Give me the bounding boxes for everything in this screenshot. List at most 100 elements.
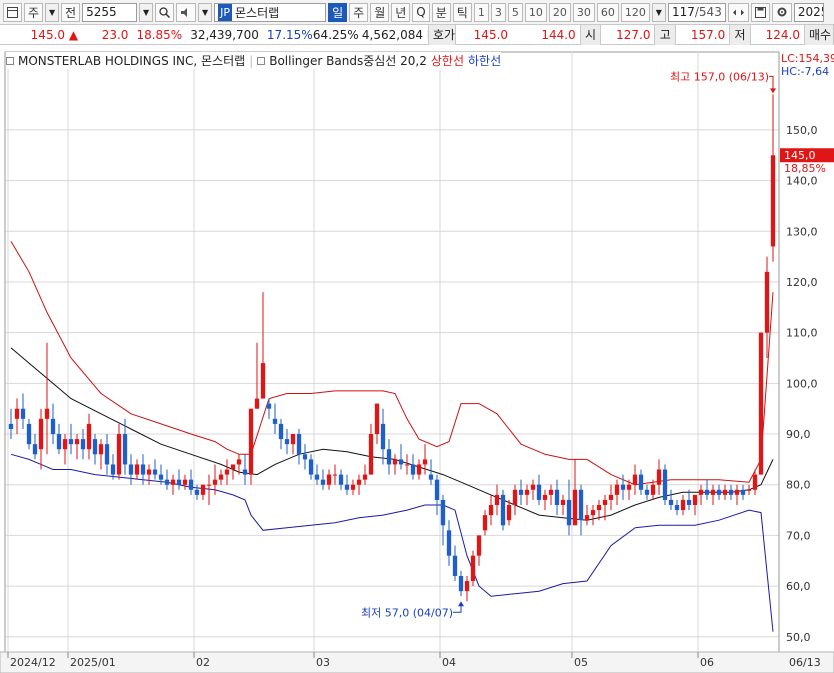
date-field[interactable]: 2025 <box>793 2 824 22</box>
settings-icon[interactable] <box>771 2 792 22</box>
min-price-label: 최저 57,0 (04/07) <box>361 606 453 619</box>
candle-body <box>608 494 614 500</box>
candle-body <box>698 489 704 495</box>
candle-body <box>758 332 764 475</box>
toolbar: 주 ▼ 전 5255 ▼ ▼ JP 몬스터랩 일 주 월 년 Q 분 틱 1 3… <box>0 0 834 25</box>
price-pct-label: 18,85% <box>784 162 826 175</box>
candle-body <box>464 581 470 592</box>
chevron-down-icon[interactable]: ▼ <box>651 2 666 22</box>
stock-code-input[interactable]: 5255 <box>82 2 138 22</box>
candle-body <box>158 474 164 480</box>
candle-body <box>260 363 266 399</box>
candle-body <box>248 408 254 475</box>
y-tick-label: 100,0 <box>786 377 818 390</box>
period-quarter[interactable]: Q <box>412 2 430 22</box>
candle-body <box>44 408 50 419</box>
buy-label: 매수 <box>803 24 834 45</box>
y-tick-label: 70,0 <box>786 529 811 542</box>
candle-body <box>770 155 776 247</box>
stock-name-field[interactable]: JP 몬스터랩 <box>214 2 327 22</box>
candle-body <box>170 479 176 485</box>
candle-body <box>458 575 464 592</box>
x-tick-label: 2024/12 <box>10 656 56 669</box>
interval-3[interactable]: 3 <box>490 2 506 22</box>
speaker-icon[interactable] <box>176 2 197 22</box>
candle-body <box>740 489 746 495</box>
y-tick-label: 110,0 <box>786 327 818 340</box>
candle-body <box>62 439 68 450</box>
candle <box>662 464 668 505</box>
chart-window: { "toolbar": { "market_label": "주", "per… <box>0 0 834 673</box>
resize-icon[interactable] <box>727 2 749 22</box>
candle <box>248 408 254 485</box>
page-total: /543 <box>694 5 722 19</box>
interval-60[interactable]: 60 <box>596 2 619 22</box>
period-year[interactable]: 년 <box>391 2 411 22</box>
candle-body <box>392 459 398 465</box>
candle-body <box>266 403 272 409</box>
period-day[interactable]: 일 <box>328 2 348 22</box>
interval-30[interactable]: 30 <box>572 2 595 22</box>
period-tick[interactable]: 틱 <box>452 2 472 22</box>
candle-body <box>80 439 86 450</box>
page-counter-field[interactable]: 117/543 <box>667 2 726 22</box>
interval-1[interactable]: 1 <box>473 2 489 22</box>
interval-20[interactable]: 20 <box>548 2 571 22</box>
candle-body <box>302 454 308 460</box>
chart-window-icon[interactable] <box>3 2 22 22</box>
chevron-down-icon[interactable]: ▼ <box>198 2 213 22</box>
candle-body <box>710 489 716 495</box>
period-minute[interactable]: 분 <box>431 2 451 22</box>
price-tag-label: 145,0 <box>784 149 816 162</box>
candle-body <box>350 484 356 490</box>
candle-body <box>734 489 740 495</box>
bid-value-2: 144.0 <box>541 27 576 42</box>
candle-body <box>92 439 98 455</box>
candle-body <box>152 469 158 475</box>
x-tick-label: 04 <box>442 656 456 669</box>
candle-body <box>14 408 20 419</box>
open-label: 시 <box>579 24 602 45</box>
candle-body <box>554 489 560 505</box>
period-week[interactable]: 주 <box>349 2 369 22</box>
quote-bar: 145.0 ▲ 23.0 18.85% 32,439,700 17.15% 64… <box>0 24 834 45</box>
candle-body <box>200 484 206 495</box>
candle-body <box>218 474 224 480</box>
interval-10[interactable]: 10 <box>524 2 547 22</box>
candle-body <box>242 469 248 475</box>
save-icon[interactable] <box>750 2 770 22</box>
candle-body <box>116 434 122 475</box>
candle-body <box>488 505 494 516</box>
x-tick-label: 03 <box>316 656 330 669</box>
candle-body <box>206 484 212 486</box>
candle-body <box>410 464 416 475</box>
interval-120[interactable]: 120 <box>620 2 650 22</box>
price-chart[interactable]: 50,0 60,0 70,0 80,0 90,0 100,0 110,0 120,0 130,0… <box>0 46 834 673</box>
candle-body <box>194 489 200 495</box>
period-month[interactable]: 월 <box>370 2 390 22</box>
y-tick-label: 90,0 <box>786 428 811 441</box>
candle-body <box>422 459 428 465</box>
chevron-down-icon[interactable]: ▼ <box>139 2 154 22</box>
bid-value: 145.0 <box>473 27 509 42</box>
high-label: 고 <box>654 24 676 45</box>
candle-body <box>236 459 242 465</box>
legend: MONSTERLAB HOLDINGS INC, 몬스터랩 | Bollinge… <box>6 52 502 69</box>
market-selector[interactable]: 주 <box>24 2 44 22</box>
price-change-pct: 18.85% <box>136 27 183 42</box>
candle-body <box>20 408 26 419</box>
candle-body <box>146 469 152 475</box>
chevron-down-icon[interactable]: ▼ <box>45 2 60 22</box>
candle-body <box>722 489 728 495</box>
candle-body <box>338 474 344 485</box>
candle-body <box>650 484 656 495</box>
y-tick-label: 130,0 <box>786 225 818 238</box>
candle-body <box>164 479 170 485</box>
period-selector[interactable]: 전 <box>61 2 81 22</box>
interval-5[interactable]: 5 <box>507 2 523 22</box>
candle-body <box>26 423 32 445</box>
candle-body <box>416 464 422 475</box>
price-change: 23.0 <box>101 27 129 42</box>
candle-body <box>368 434 374 475</box>
search-icon[interactable] <box>155 2 175 22</box>
